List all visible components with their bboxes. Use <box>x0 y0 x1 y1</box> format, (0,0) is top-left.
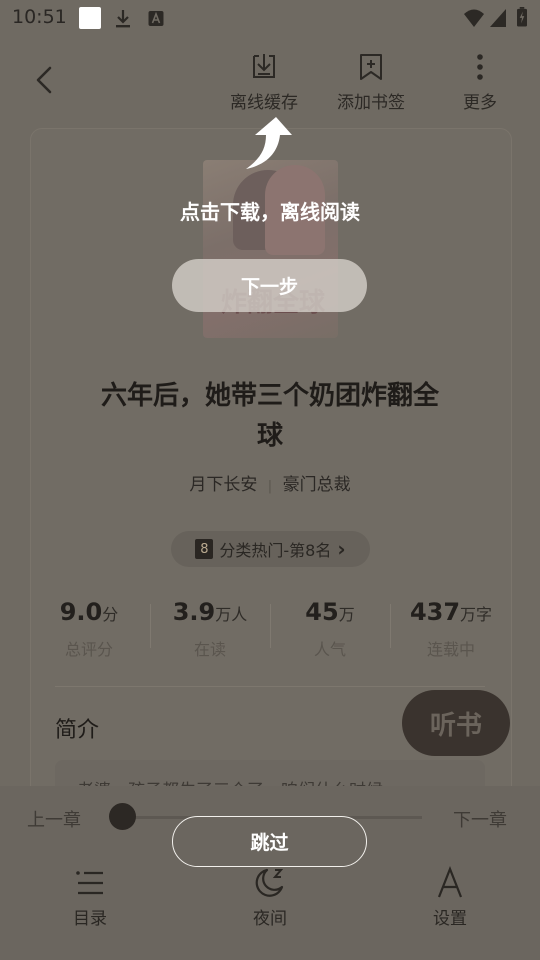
stat-label: 总评分 <box>64 640 113 659</box>
intro-heading: 简介 <box>55 718 100 743</box>
night-moon-icon <box>255 868 284 897</box>
stat-unit: 分 <box>102 605 119 624</box>
nav-label: 目录 <box>73 909 107 929</box>
listen-book-button[interactable]: 听书 <box>402 690 510 756</box>
next-chapter-button[interactable]: 下一章 <box>453 806 507 832</box>
offline-cache-label: 离线缓存 <box>230 93 298 113</box>
rank-text: 分类热门-第8名 <box>219 541 332 560</box>
stat-readers: 3.9万人 在读 <box>150 598 270 660</box>
add-bookmark-button[interactable]: 添加书签 <box>331 52 411 113</box>
more-vertical-icon <box>477 54 483 80</box>
font-a-notification-icon <box>148 11 164 26</box>
onboarding-tip: 点击下载，离线阅读 <box>180 200 360 224</box>
stat-value: 437 <box>409 598 461 626</box>
white-square-notification-icon <box>79 7 101 29</box>
curved-arrow-up-icon <box>246 117 292 169</box>
stat-value: 9.0 <box>59 598 103 626</box>
stat-word-count: 437万字 连载中 <box>391 598 511 660</box>
stat-unit: 万 <box>338 605 355 624</box>
font-settings-icon <box>437 866 463 898</box>
stat-label: 连载中 <box>426 640 475 659</box>
book-title-line2: 球 <box>256 421 283 451</box>
stat-rating: 9.0分 总评分 <box>29 598 149 660</box>
more-button[interactable]: 更多 <box>455 52 505 113</box>
previous-chapter-button[interactable]: 上一章 <box>27 806 81 832</box>
meta-separator: | <box>267 479 273 494</box>
stat-popularity: 45万 人气 <box>270 598 390 660</box>
stat-label: 在读 <box>193 640 226 659</box>
download-tray-icon <box>253 54 275 78</box>
stat-value: 45 <box>305 598 339 626</box>
nav-settings[interactable]: 设置 <box>405 866 495 929</box>
stat-unit: 万人 <box>215 605 248 624</box>
nav-table-of-contents[interactable]: 目录 <box>45 866 135 929</box>
add-bookmark-label: 添加书签 <box>337 93 405 113</box>
back-arrow-icon[interactable] <box>28 62 64 98</box>
next-step-button[interactable]: 下一步 <box>172 259 367 312</box>
slider-thumb[interactable] <box>109 803 136 830</box>
more-label: 更多 <box>463 93 497 113</box>
author-name[interactable]: 月下长安 <box>189 475 257 495</box>
download-notification-icon <box>116 10 130 28</box>
rank-badge[interactable]: 8 分类热门-第8名 › <box>171 531 370 567</box>
battery-charging-icon <box>517 7 527 27</box>
nav-label: 夜间 <box>253 909 287 929</box>
menu-list-icon <box>76 871 103 895</box>
offline-cache-button[interactable]: 离线缓存 <box>224 52 304 113</box>
category-name[interactable]: 豪门总裁 <box>283 475 351 495</box>
bookmark-add-icon <box>360 54 382 80</box>
rank-number-icon: 8 <box>195 539 214 559</box>
stat-unit: 万字 <box>460 605 493 624</box>
nav-label: 设置 <box>433 909 467 929</box>
skip-button[interactable]: 跳过 <box>172 816 367 867</box>
stat-label: 人气 <box>313 640 346 659</box>
stat-value: 3.9 <box>172 598 216 626</box>
chevron-right-icon: › <box>337 537 346 561</box>
section-divider <box>55 686 485 687</box>
wifi-icon <box>464 9 484 27</box>
nav-night-mode[interactable]: 夜间 <box>225 866 315 929</box>
signal-icon <box>490 9 506 27</box>
book-title-line1: 六年后，她带三个奶团炸翻全 <box>100 381 439 411</box>
book-meta: 月下长安 | 豪门总裁 <box>0 470 540 495</box>
status-time: 10:51 <box>12 6 67 28</box>
status-bar: 10:51 <box>0 0 540 36</box>
book-title: 六年后，她带三个奶团炸翻全 球 <box>80 376 460 456</box>
